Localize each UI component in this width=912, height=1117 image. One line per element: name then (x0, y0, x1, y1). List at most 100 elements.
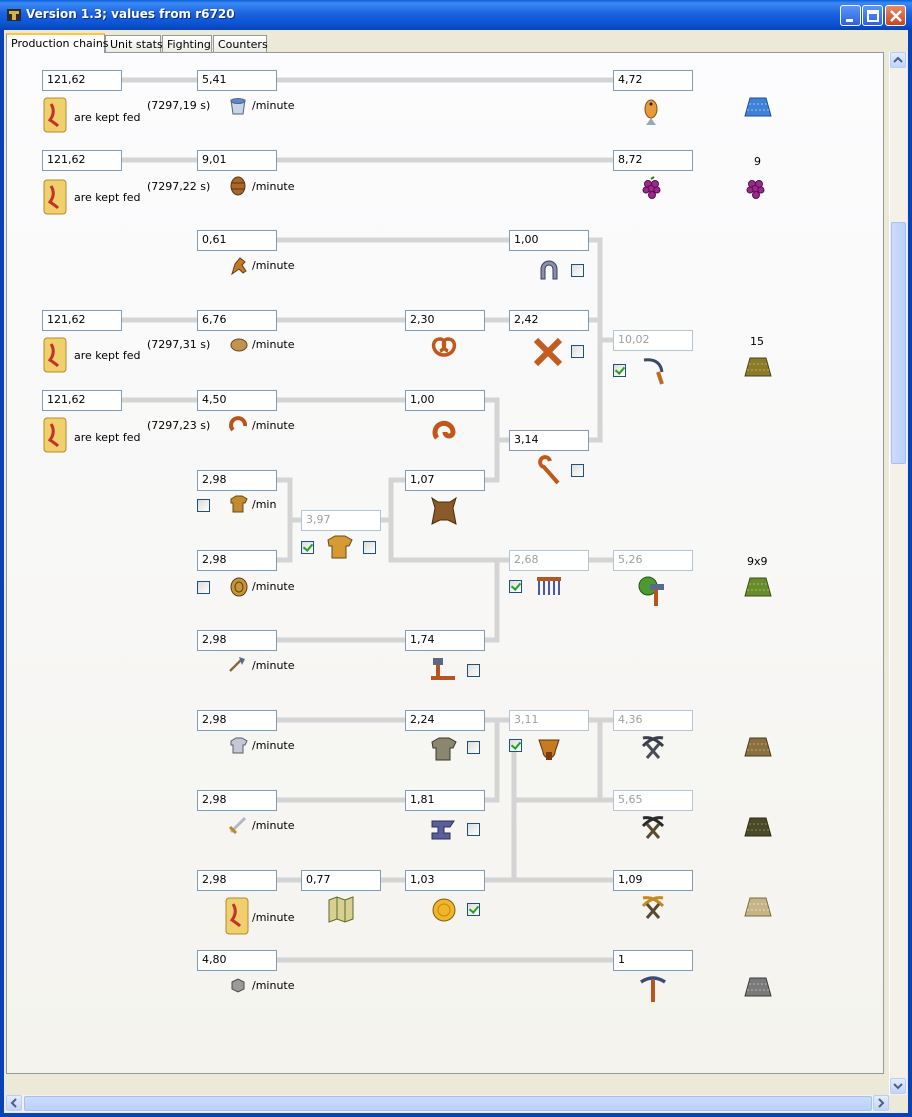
loom-checkbox[interactable] (509, 580, 522, 593)
pickaxes-icon (641, 736, 665, 759)
rate-input[interactable]: 5,65 (613, 790, 693, 811)
sausage-icon (229, 416, 248, 432)
rate-input[interactable]: 5,26 (613, 550, 693, 571)
terrain-icon (744, 97, 772, 117)
rate-input[interactable]: 1,03 (405, 870, 485, 891)
soldiers-input[interactable]: 121,62 (42, 390, 122, 411)
coin-checkbox[interactable] (467, 903, 480, 916)
rate-input[interactable]: 1,81 (405, 790, 485, 811)
rate-input[interactable]: 2,30 (405, 310, 485, 331)
armor-checkbox[interactable] (467, 741, 480, 754)
time-label: (7297,31 s) (147, 338, 211, 351)
hammer-tool-checkbox[interactable] (467, 664, 480, 677)
tab-production-chains[interactable]: Production chains (6, 33, 109, 53)
crook-checkbox[interactable] (571, 464, 584, 477)
rate-input[interactable]: 8,72 (613, 150, 693, 171)
rate-input[interactable]: 2,68 (509, 550, 589, 571)
rate-input[interactable]: 4,36 (613, 710, 693, 731)
bread-loaf-icon (230, 338, 248, 352)
rate-input[interactable]: 1,09 (613, 870, 693, 891)
pickaxes-icon (641, 896, 665, 919)
tunic-checkbox[interactable] (301, 541, 314, 554)
sausage-icon (432, 420, 456, 440)
cross-icon (533, 337, 563, 367)
grapes-icon (746, 180, 765, 199)
rate-input[interactable]: 9,01 (197, 150, 277, 171)
terrain-icon (744, 977, 772, 997)
tunic-right-checkbox[interactable] (363, 541, 376, 554)
rate-input[interactable]: 2,98 (197, 630, 277, 651)
rate-input[interactable]: 1,74 (405, 630, 485, 651)
horizontal-scrollbar[interactable] (6, 1095, 889, 1112)
land-size-label: 9 (754, 155, 761, 168)
soldiers-input[interactable]: 121,62 (42, 150, 122, 171)
crossbar-checkbox[interactable] (571, 345, 584, 358)
rate-input[interactable]: 2,24 (405, 710, 485, 731)
rate-input[interactable]: 10,02 (613, 330, 693, 351)
water-bucket-icon (230, 98, 246, 115)
rate-input[interactable]: 3,97 (301, 510, 381, 531)
pickaxe-icon (640, 976, 666, 1002)
terrain-icon (744, 737, 772, 757)
rate-input[interactable]: 3,11 (509, 710, 589, 731)
sickle-icon (643, 358, 664, 385)
per-minute-label: /minute (252, 259, 295, 272)
rate-input[interactable]: 0,77 (301, 870, 381, 891)
bread-scroll-icon (43, 97, 67, 133)
rate-input[interactable]: 2,98 (197, 710, 277, 731)
time-label: (7297,19 s) (147, 99, 211, 112)
shield-checkbox[interactable] (197, 581, 210, 594)
pickaxes-icon (641, 816, 665, 839)
scroll-right-button[interactable] (873, 1095, 889, 1111)
per-minute-label: /minute (252, 979, 295, 992)
rate-input[interactable]: 2,98 (197, 790, 277, 811)
rate-input[interactable]: 1 (613, 950, 693, 971)
rate-input[interactable]: 2,42 (509, 310, 589, 331)
barrel-icon (230, 176, 246, 196)
rate-input[interactable]: 2,98 (197, 870, 277, 891)
anvil-icon (431, 820, 455, 840)
scroll-up-button[interactable] (890, 52, 906, 68)
per-minute-label: /minute (252, 739, 295, 752)
rate-input[interactable]: 4,50 (197, 390, 277, 411)
terrain-icon (744, 897, 772, 917)
vertical-scrollbar[interactable] (889, 52, 907, 1095)
horseshoe-checkbox[interactable] (571, 264, 584, 277)
horseshoe-icon (540, 260, 558, 280)
hammer-icon (431, 658, 455, 680)
rate-input[interactable]: 1,00 (405, 390, 485, 411)
rate-input[interactable]: 6,76 (197, 310, 277, 331)
soldiers-input[interactable]: 121,62 (42, 310, 122, 331)
sword-icon (228, 816, 247, 835)
rate-input[interactable]: 5,41 (197, 70, 277, 91)
soldiers-input[interactable]: 121,62 (42, 70, 122, 91)
rate-input[interactable]: 4,72 (613, 70, 693, 91)
bread-scroll-icon (225, 897, 249, 935)
rate-input[interactable]: 4,80 (197, 950, 277, 971)
per-minute-label: /minute (252, 659, 295, 672)
per-minute-label: /minute (252, 580, 295, 593)
application-window: Version 1.3; values from r6720 Productio… (0, 0, 912, 1117)
per-minute-label: /minute (252, 419, 295, 432)
rate-input[interactable]: 3,14 (509, 430, 589, 451)
furnace-icon (538, 739, 560, 760)
rate-input[interactable]: 2,98 (197, 550, 277, 571)
leather-tunic-icon (230, 495, 248, 513)
horizontal-scroll-thumb[interactable] (24, 1096, 872, 1111)
kept-fed-label: are kept fed (74, 431, 141, 444)
rate-input[interactable]: 1,07 (405, 470, 485, 491)
vertical-scroll-thumb[interactable] (891, 222, 906, 464)
rate-input[interactable]: 0,61 (197, 230, 277, 251)
fish-icon (644, 99, 658, 125)
anvil-checkbox[interactable] (467, 823, 480, 836)
rate-input[interactable]: 1,00 (509, 230, 589, 251)
kept-fed-label: are kept fed (74, 349, 141, 362)
forge-checkbox[interactable] (509, 739, 522, 752)
per-minute-label: /minute (252, 819, 295, 832)
scroll-down-button[interactable] (890, 1078, 906, 1094)
sickle-checkbox[interactable] (613, 364, 626, 377)
per-minute-label: /minute (252, 99, 295, 112)
scroll-left-button[interactable] (6, 1095, 22, 1111)
rate-input[interactable]: 2,98 (197, 470, 277, 491)
leather-tunic-checkbox[interactable] (197, 499, 210, 512)
